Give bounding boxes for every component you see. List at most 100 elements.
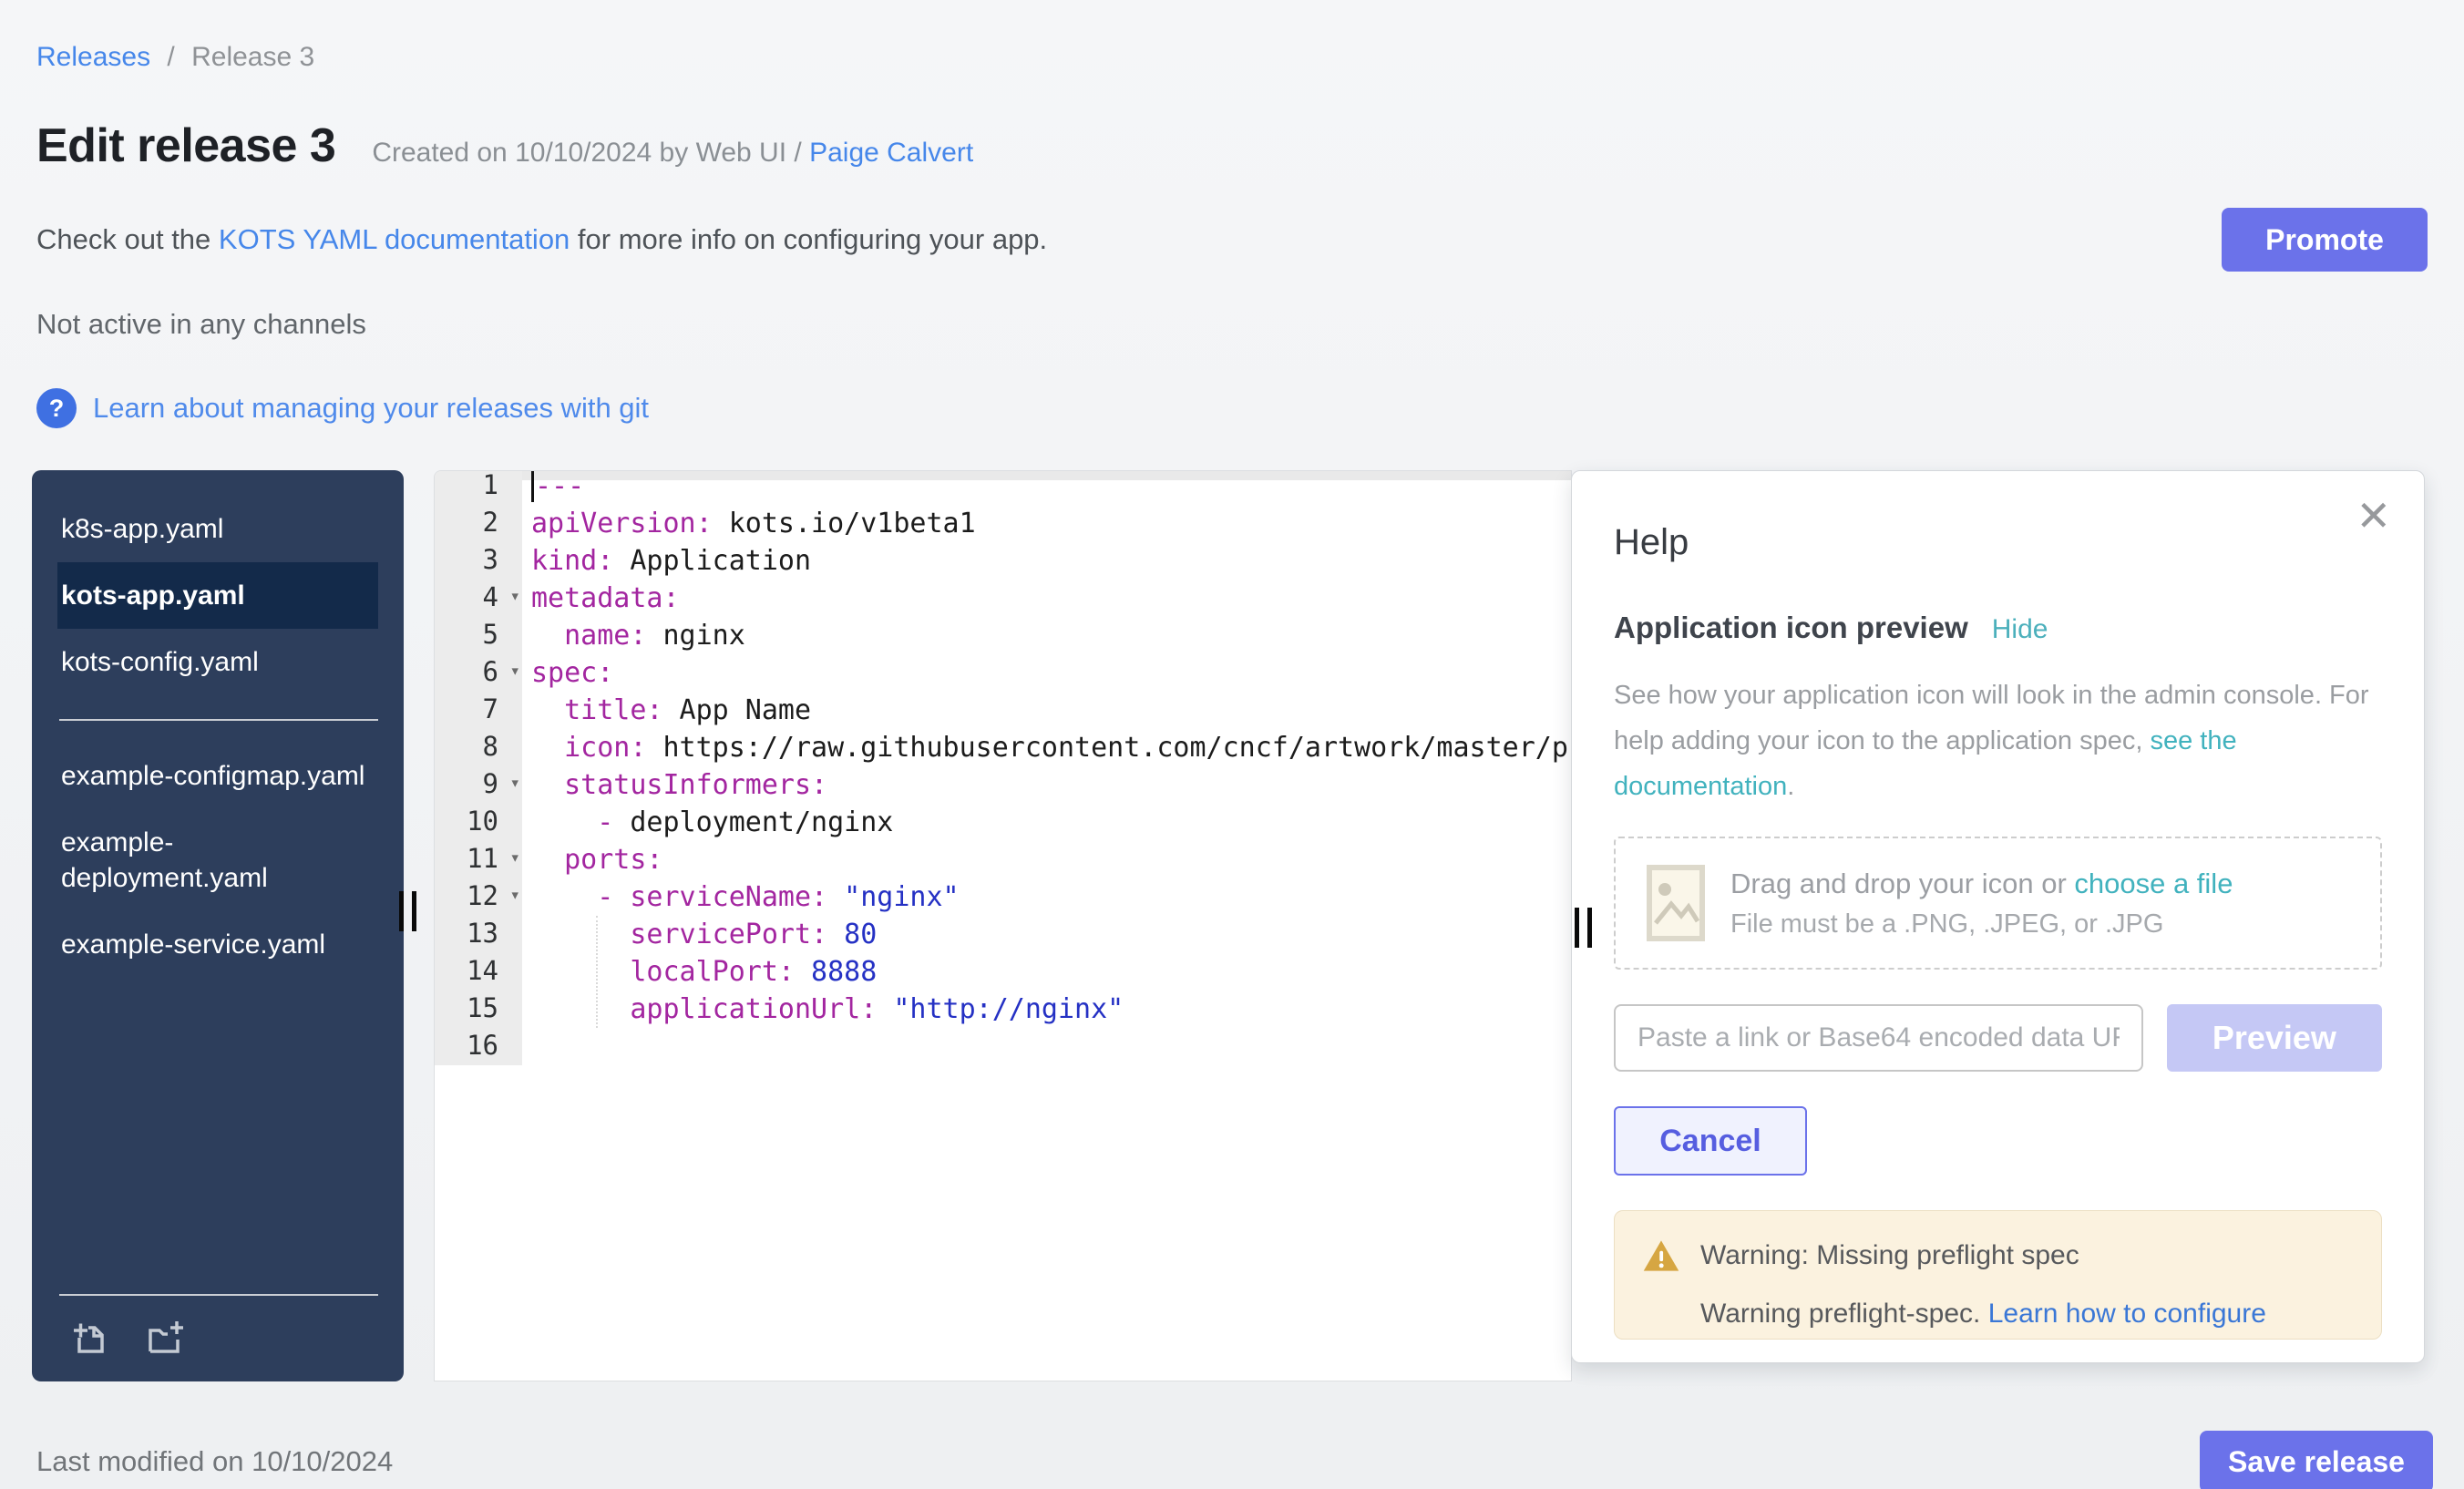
save-release-button[interactable]: Save release [2200,1431,2433,1489]
code-line-10[interactable]: 10 - deployment/nginx [435,804,1571,841]
kots-yaml-doc-link[interactable]: KOTS YAML documentation [219,223,570,255]
line-number: 13 [435,916,522,953]
preview-button[interactable]: Preview [2167,1004,2382,1072]
line-number: 15 [435,991,522,1028]
code-line-1[interactable]: 1--- [435,470,1571,505]
code-line-2[interactable]: 2apiVersion: kots.io/v1beta1 [435,505,1571,542]
fold-arrow-icon[interactable]: ▾ [510,847,520,868]
resize-handle[interactable] [399,891,416,931]
code-line-14[interactable]: 14 localPort: 8888 [435,953,1571,991]
file-item-example-deployment.yaml[interactable]: example-deployment.yaml [57,809,378,911]
kots-doc-suffix: for more info on configuring your app. [570,223,1047,255]
line-number: 6▾ [435,654,522,692]
line-number: 5 [435,617,522,654]
git-releases-link[interactable]: Learn about managing your releases with … [93,392,649,425]
cancel-button[interactable]: Cancel [1614,1106,1807,1176]
code-content[interactable]: - serviceName: "nginx" [522,881,960,913]
file-item-kots-config.yaml[interactable]: kots-config.yaml [57,629,378,695]
file-item-kots-app.yaml[interactable]: kots-app.yaml [57,562,378,629]
file-type-hint: File must be a .PNG, .JPEG, or .JPG [1730,909,2233,940]
channel-status-text: Not active in any channels [36,308,2464,341]
release-editor-content: k8s-app.yamlkots-app.yamlkots-config.yam… [0,470,2464,1381]
footer: Last modified on 10/10/2024 Save release [36,1431,2433,1489]
resize-handle[interactable] [1575,908,1592,948]
code-content[interactable]: ports: [522,844,663,876]
code-line-13[interactable]: 13 servicePort: 80 [435,916,1571,953]
warning-detail: Warning preflight-spec. Learn how to con… [1700,1299,2354,1330]
file-item-k8s-app.yaml[interactable]: k8s-app.yaml [57,496,378,562]
warning-text: Warning preflight-spec. [1700,1299,1988,1329]
code-line-3[interactable]: 3kind: Application [435,542,1571,580]
code-content[interactable]: apiVersion: kots.io/v1beta1 [522,508,976,539]
description-text: See how your application icon will look … [1614,681,2369,755]
drop-instruction: Drag and drop your icon or [1730,868,2074,899]
code-line-7[interactable]: 7 title: App Name [435,692,1571,729]
code-line-4[interactable]: 4▾metadata: [435,580,1571,617]
code-content[interactable]: metadata: [522,582,680,614]
code-content[interactable]: --- [522,470,584,502]
line-number: 3 [435,542,522,580]
last-modified-text: Last modified on 10/10/2024 [36,1445,393,1478]
line-number: 4▾ [435,580,522,617]
file-item-example-service.yaml[interactable]: example-service.yaml [57,911,378,978]
fold-arrow-icon[interactable]: ▾ [510,661,520,681]
code-line-8[interactable]: 8 icon: https://raw.githubusercontent.co… [435,729,1571,766]
help-panel: ✕ Help Application icon preview Hide See… [1571,470,2425,1363]
line-number: 8 [435,729,522,766]
configure-preflight-link[interactable]: Learn how to configure [1988,1299,2266,1329]
code-content[interactable]: applicationUrl: "http://nginx" [522,993,1124,1025]
sidebar-bottom [32,1294,404,1381]
sidebar-actions [32,1296,404,1381]
file-group-divider [59,719,378,721]
hide-link[interactable]: Hide [1992,614,2048,645]
icon-preview-title: Application icon preview [1614,611,1968,645]
text-cursor [531,471,534,502]
line-number: 1 [435,470,522,505]
code-line-15[interactable]: 15 applicationUrl: "http://nginx" [435,991,1571,1028]
code-content[interactable]: servicePort: 80 [522,919,877,950]
fold-arrow-icon[interactable]: ▾ [510,885,520,905]
image-placeholder-icon [1647,865,1705,941]
page-title: Edit release 3 [36,118,335,173]
file-sidebar: k8s-app.yamlkots-app.yamlkots-config.yam… [32,470,404,1381]
code-content[interactable]: spec: [522,657,613,689]
icon-preview-section-header: Application icon preview Hide [1614,611,2382,645]
icon-url-row: Preview [1614,1004,2382,1072]
code-line-9[interactable]: 9▾ statusInformers: [435,766,1571,804]
new-folder-icon[interactable] [143,1316,185,1358]
code-line-6[interactable]: 6▾spec: [435,654,1571,692]
fold-arrow-icon[interactable]: ▾ [510,586,520,606]
icon-dropzone[interactable]: Drag and drop your icon or choose a file… [1614,837,2382,970]
code-content[interactable]: name: nginx [522,620,745,652]
file-list-top: k8s-app.yamlkots-app.yamlkots-config.yam… [32,470,404,695]
code-content[interactable]: title: App Name [522,694,811,726]
created-author-link[interactable]: Paige Calvert [809,138,973,168]
code-content[interactable]: - deployment/nginx [522,806,893,838]
yaml-editor[interactable]: 1---2apiVersion: kots.io/v1beta13kind: A… [434,470,1572,1381]
code-content[interactable]: icon: https://raw.githubusercontent.com/… [522,732,1571,764]
warning-title: Warning: Missing preflight spec [1700,1240,2079,1271]
breadcrumb-releases-link[interactable]: Releases [36,42,150,72]
line-number: 14 [435,953,522,991]
line-number: 12▾ [435,878,522,916]
line-number: 10 [435,804,522,841]
line-number: 2 [435,505,522,542]
code-content[interactable]: kind: Application [522,545,811,577]
code-line-11[interactable]: 11▾ ports: [435,841,1571,878]
icon-url-input[interactable] [1614,1004,2143,1072]
new-file-icon[interactable] [67,1316,108,1358]
code-content[interactable]: localPort: 8888 [522,956,877,988]
breadcrumb-current: Release 3 [191,42,314,72]
indent-guide [596,916,598,1028]
choose-file-link[interactable]: choose a file [2074,868,2233,899]
code-content[interactable]: statusInformers: [522,769,827,801]
file-item-example-configmap.yaml[interactable]: example-configmap.yaml [57,743,378,809]
breadcrumb: Releases / Release 3 [0,0,2464,73]
fold-arrow-icon[interactable]: ▾ [510,773,520,793]
close-icon[interactable]: ✕ [2356,495,2391,537]
code-line-16[interactable]: 16 [435,1028,1571,1065]
code-line-5[interactable]: 5 name: nginx [435,617,1571,654]
promote-button[interactable]: Promote [2222,208,2428,272]
question-icon: ? [36,388,77,428]
code-line-12[interactable]: 12▾ - serviceName: "nginx" [435,878,1571,916]
